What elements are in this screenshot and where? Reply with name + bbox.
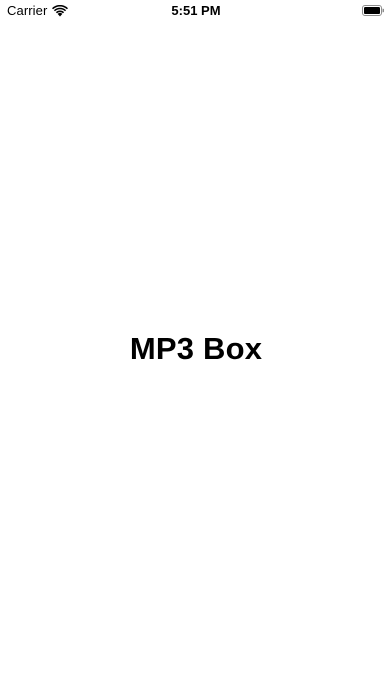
status-time: 5:51 PM xyxy=(171,3,221,18)
battery-icon xyxy=(362,5,384,16)
app-title: MP3 Box xyxy=(129,331,263,366)
status-bar: Carrier 5:51 PM xyxy=(0,0,392,22)
